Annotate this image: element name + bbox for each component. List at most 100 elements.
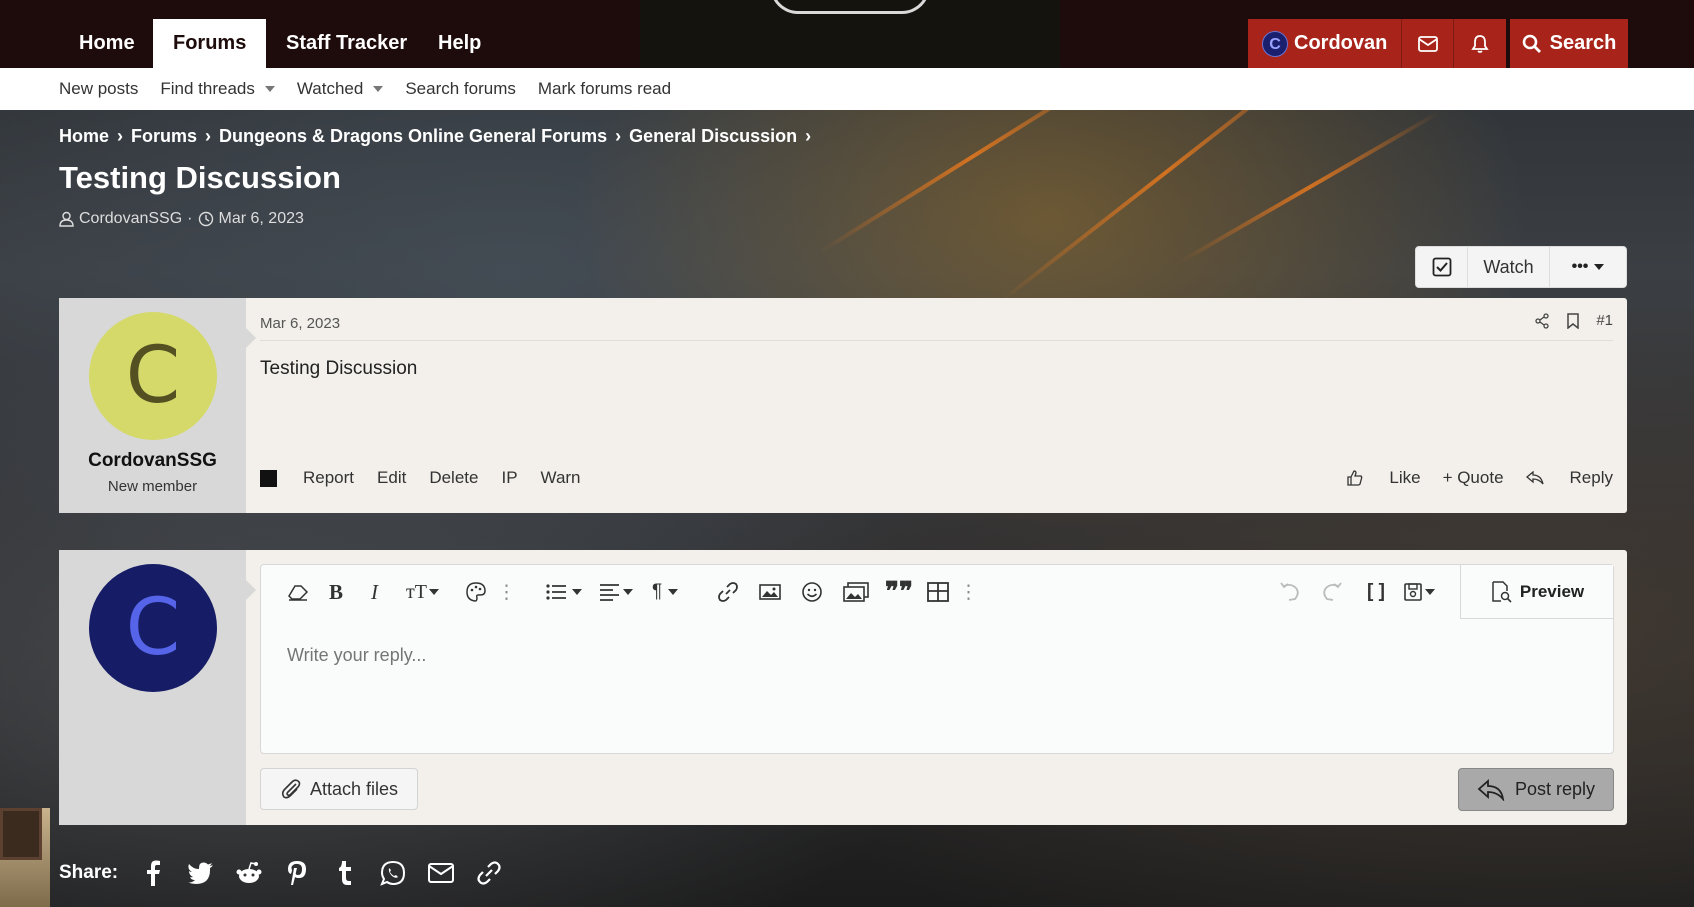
- more-vertical-icon[interactable]: ⋮: [497, 581, 516, 603]
- avatar: C: [1262, 30, 1288, 57]
- alerts-button[interactable]: [1454, 19, 1506, 68]
- paperclip-icon: [281, 779, 301, 799]
- align-icon[interactable]: [599, 581, 633, 603]
- post-header-icons: #1: [1518, 312, 1613, 329]
- post-username[interactable]: CordovanSSG: [59, 450, 246, 472]
- watch-controls: Watch •••: [1415, 246, 1627, 288]
- redo-icon[interactable]: [1321, 581, 1343, 603]
- delete-link[interactable]: Delete: [429, 468, 478, 488]
- thread-date[interactable]: Mar 6, 2023: [219, 210, 304, 228]
- chevron-down-icon[interactable]: [264, 86, 275, 92]
- envelope-icon: [1417, 35, 1438, 52]
- media-icon[interactable]: [843, 581, 869, 603]
- bbcode-icon[interactable]: [ ]: [1367, 581, 1385, 603]
- table-icon[interactable]: [927, 581, 949, 603]
- eraser-icon[interactable]: [287, 581, 309, 603]
- breadcrumb-ddo-general[interactable]: Dungeons & Dragons Online General Forums: [219, 126, 607, 147]
- new-posts-link[interactable]: New posts: [59, 79, 138, 99]
- chevron-right-icon: ›: [205, 126, 212, 146]
- attach-files-button[interactable]: Attach files: [260, 768, 418, 810]
- post-reply-button[interactable]: Post reply: [1458, 768, 1614, 811]
- user-icon: [59, 211, 74, 227]
- link-icon[interactable]: [476, 860, 502, 886]
- share-label: Share:: [59, 862, 119, 883]
- bookmark-icon[interactable]: [1566, 312, 1580, 329]
- watched-link[interactable]: Watched: [297, 79, 384, 99]
- paragraph-icon[interactable]: ¶: [652, 581, 679, 603]
- more-vertical-icon[interactable]: ⋮: [959, 581, 978, 603]
- drafts-icon[interactable]: [1403, 581, 1435, 603]
- facebook-icon[interactable]: [140, 860, 166, 886]
- post-user-title: New member: [107, 478, 198, 495]
- undo-icon[interactable]: [1279, 581, 1301, 603]
- text-size-icon[interactable]: тT: [406, 581, 439, 603]
- tumblr-icon[interactable]: [332, 860, 358, 886]
- reply-notch: [246, 580, 256, 600]
- clock-icon: [198, 211, 213, 227]
- account-username: Cordovan: [1294, 32, 1388, 54]
- checkbox-checked-icon: [1432, 257, 1451, 277]
- breadcrumb-home[interactable]: Home: [59, 126, 109, 147]
- list-icon[interactable]: [546, 581, 582, 603]
- breadcrumb-forums[interactable]: Forums: [131, 126, 197, 147]
- whatsapp-icon[interactable]: [380, 860, 406, 886]
- reply-button[interactable]: Reply: [1525, 468, 1613, 488]
- rich-text-editor: B I тT ⋮ ¶ ❞❞ ⋮ [] Preview Write your r…: [260, 564, 1614, 754]
- share-icon[interactable]: [1534, 312, 1550, 329]
- share-bar: Share:: [59, 860, 502, 886]
- preview-button[interactable]: Preview: [1460, 565, 1613, 619]
- report-link[interactable]: Report: [303, 468, 354, 488]
- tab-home[interactable]: Home: [59, 19, 155, 68]
- palette-icon[interactable]: [465, 581, 487, 603]
- select-post-checkbox[interactable]: [260, 469, 277, 487]
- search-forums-link[interactable]: Search forums: [405, 79, 516, 99]
- meta-separator: ·: [187, 210, 193, 227]
- quick-reply: C B I тT ⋮ ¶ ❞❞ ⋮ [] Preview Write your…: [59, 550, 1627, 825]
- warn-link[interactable]: Warn: [541, 468, 581, 488]
- post-reaction-actions: Like + Quote Reply: [1325, 468, 1613, 488]
- link-icon[interactable]: [717, 581, 739, 603]
- reddit-icon[interactable]: [236, 860, 262, 886]
- user-menu-group: C Cordovan: [1248, 19, 1507, 68]
- emoji-icon[interactable]: [801, 581, 823, 603]
- breadcrumb-general-discussion[interactable]: General Discussion: [629, 126, 797, 147]
- background-photo: [0, 808, 50, 907]
- like-button[interactable]: Like: [1347, 468, 1421, 488]
- tab-help[interactable]: Help: [418, 19, 501, 68]
- account-button[interactable]: C Cordovan: [1248, 19, 1403, 68]
- bold-icon[interactable]: B: [329, 580, 343, 604]
- watch-button[interactable]: Watch: [1468, 247, 1550, 287]
- email-icon[interactable]: [428, 860, 455, 886]
- edit-link[interactable]: Edit: [377, 468, 406, 488]
- avatar[interactable]: C: [89, 312, 217, 440]
- search-button[interactable]: Search: [1510, 19, 1628, 68]
- chevron-down-icon: [1594, 264, 1605, 270]
- tab-forums[interactable]: Forums: [153, 19, 267, 68]
- pinterest-icon[interactable]: [284, 860, 310, 886]
- find-threads-link[interactable]: Find threads: [160, 79, 275, 99]
- mark-forums-read-link[interactable]: Mark forums read: [538, 79, 671, 99]
- thumbs-up-icon: [1347, 470, 1363, 486]
- thread-author[interactable]: CordovanSSG: [79, 210, 182, 228]
- italic-icon[interactable]: I: [371, 580, 378, 604]
- page-title: Testing Discussion: [59, 160, 341, 195]
- post-number[interactable]: #1: [1596, 312, 1613, 329]
- quote-button[interactable]: + Quote: [1443, 468, 1504, 488]
- tab-staff-tracker[interactable]: Staff Tracker: [266, 19, 427, 68]
- site-logo[interactable]: [640, 0, 1060, 68]
- post-date[interactable]: Mar 6, 2023: [260, 315, 340, 332]
- quote-icon[interactable]: ❞❞: [885, 577, 913, 606]
- reply-user-cell: C: [59, 550, 246, 825]
- twitter-icon[interactable]: [188, 860, 214, 886]
- ip-link[interactable]: IP: [501, 468, 517, 488]
- image-icon[interactable]: [759, 581, 781, 603]
- more-options-button[interactable]: •••: [1550, 247, 1626, 287]
- watch-checkbox[interactable]: [1416, 247, 1468, 287]
- avatar: C: [89, 564, 217, 692]
- chevron-right-icon: ›: [615, 126, 622, 146]
- reply-arrow-icon: [1477, 778, 1505, 801]
- reply-textarea[interactable]: [287, 645, 1437, 666]
- chevron-down-icon[interactable]: [373, 86, 384, 92]
- post-message: C CordovanSSG New member Mar 6, 2023 #1 …: [59, 298, 1627, 513]
- inbox-button[interactable]: [1402, 19, 1455, 68]
